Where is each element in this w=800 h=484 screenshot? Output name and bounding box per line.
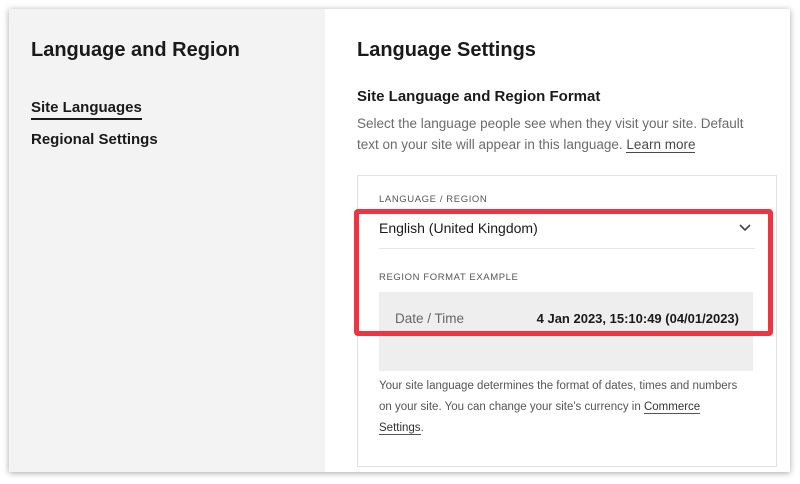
region-format-example: Date / Time 4 Jan 2023, 15:10:49 (04/01/… xyxy=(379,292,753,371)
sidebar-item-site-languages[interactable]: Site Languages xyxy=(31,99,142,120)
language-card: LANGUAGE / REGION English (United Kingdo… xyxy=(357,175,777,467)
note-end: . xyxy=(420,422,424,434)
section-description: Select the language people see when they… xyxy=(357,113,767,155)
learn-more-link[interactable]: Learn more xyxy=(626,137,696,153)
sidebar-title: Language and Region xyxy=(31,39,240,61)
language-region-value: English (United Kingdom) xyxy=(379,220,538,236)
example-key: Date / Time xyxy=(395,311,465,326)
section-title: Site Language and Region Format xyxy=(357,88,601,105)
region-format-label: REGION FORMAT EXAMPLE xyxy=(379,272,519,283)
settings-window: Language and Region Site Languages Regio… xyxy=(9,9,790,472)
currency-note: Your site language determines the format… xyxy=(379,376,739,439)
page-title: Language Settings xyxy=(357,39,536,61)
main-panel: Language Settings Site Language and Regi… xyxy=(325,9,790,472)
example-value: 4 Jan 2023, 15:10:49 (04/01/2023) xyxy=(536,311,739,326)
sidebar-item-regional-settings[interactable]: Regional Settings xyxy=(31,131,158,148)
sidebar: Language and Region Site Languages Regio… xyxy=(9,9,325,472)
chevron-down-icon xyxy=(739,224,751,232)
language-region-select[interactable]: English (United Kingdom) xyxy=(379,212,755,249)
language-region-label: LANGUAGE / REGION xyxy=(379,194,488,205)
